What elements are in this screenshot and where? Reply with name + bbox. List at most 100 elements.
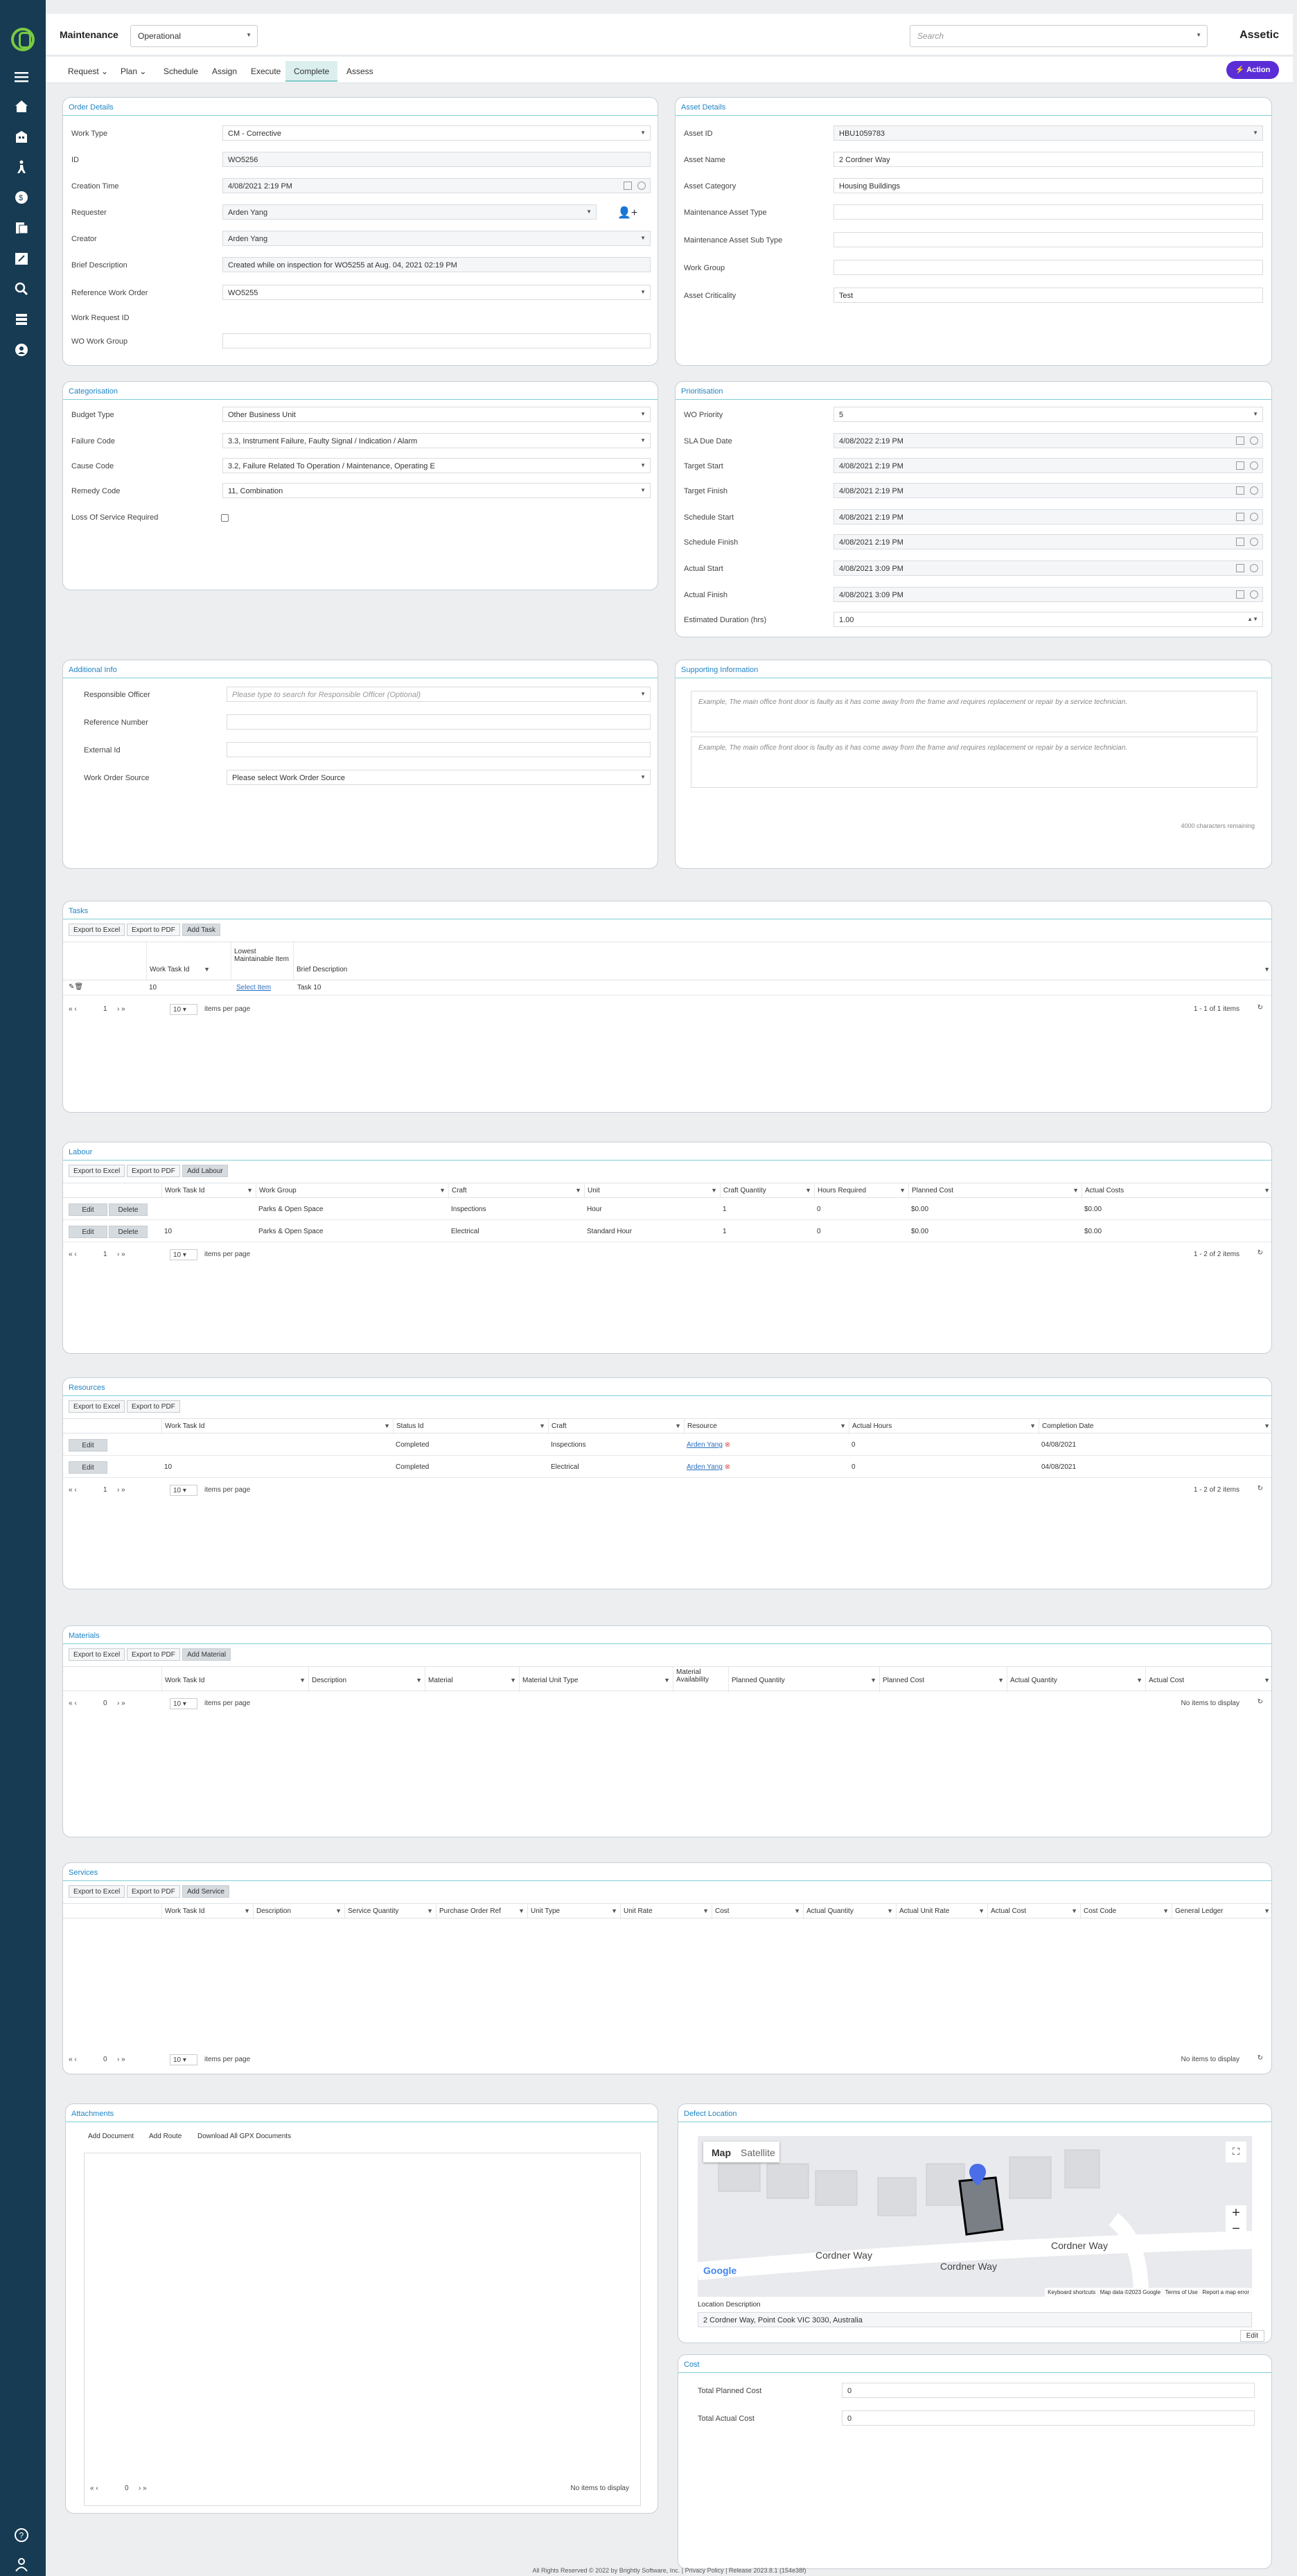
filter-icon[interactable]: ▼ — [244, 1907, 250, 1914]
list-icon[interactable] — [13, 312, 33, 327]
col-craft[interactable]: Craft ▼ — [548, 1419, 684, 1434]
calendar-icon[interactable] — [1236, 538, 1244, 546]
filter-icon[interactable]: ▼ — [703, 1907, 709, 1914]
tab-schedule[interactable]: Schedule — [155, 61, 206, 82]
resource-link[interactable]: Arden Yang — [687, 1463, 723, 1471]
export-pdf-button[interactable]: Export to PDF — [127, 1885, 180, 1898]
clock-icon[interactable] — [1250, 513, 1258, 521]
map-view[interactable]: Map Satellite ⛶ + − Cordner Way Cordner W… — [698, 2136, 1252, 2297]
wo-work-group-field[interactable] — [222, 333, 651, 349]
remedy-code-select[interactable]: 11, Combination ▼ — [222, 483, 651, 498]
col-craft[interactable]: Craft ▼ — [448, 1183, 584, 1199]
edit-button[interactable]: Edit — [69, 1461, 107, 1474]
user-profile-icon[interactable] — [13, 2557, 33, 2572]
work-order-icon[interactable] — [13, 220, 33, 236]
col-general-ledger[interactable]: General Ledger ▼ — [1172, 1904, 1271, 1919]
filter-icon[interactable]: ▼ — [998, 1677, 1004, 1684]
filter-icon[interactable]: ▼ — [510, 1677, 516, 1684]
pager-next-last[interactable]: › » — [117, 1251, 125, 1258]
export-pdf-button[interactable]: Export to PDF — [127, 1648, 180, 1661]
edit-button[interactable]: Edit — [69, 1439, 107, 1452]
estimated-duration-stepper[interactable]: 1.00 ▲▼ — [833, 612, 1263, 627]
export-excel-button[interactable]: Export to Excel — [69, 1165, 125, 1177]
col-unit[interactable]: Unit ▼ — [584, 1183, 720, 1199]
pager-first-prev[interactable]: « ‹ — [69, 1005, 77, 1013]
col-cost[interactable]: Cost ▼ — [712, 1904, 803, 1919]
add-task-button[interactable]: Add Task — [182, 924, 220, 936]
remove-icon[interactable]: ⊗ — [725, 1441, 730, 1449]
cause-code-select[interactable]: 3.2, Failure Related To Operation / Main… — [222, 458, 651, 473]
refresh-icon[interactable]: ↻ — [1258, 1485, 1263, 1492]
col-actual-cost[interactable]: Actual Cost ▼ — [1145, 1667, 1271, 1692]
refresh-icon[interactable]: ↻ — [1258, 2054, 1263, 2062]
pager-next-last[interactable]: › » — [117, 1486, 125, 1494]
reference-number-field[interactable] — [227, 714, 651, 730]
col-status-id[interactable]: Status Id ▼ — [393, 1419, 548, 1434]
add-route-button[interactable]: Add Route — [145, 2131, 186, 2143]
clock-icon[interactable] — [1250, 486, 1258, 495]
filter-icon[interactable]: ▼ — [978, 1907, 985, 1914]
filter-icon[interactable]: ▼ — [840, 1422, 846, 1429]
help-icon[interactable]: ? — [13, 2528, 33, 2543]
table-row[interactable]: Edit Completed Inspections Arden Yang ⊗ … — [63, 1435, 1271, 1456]
brand-logo-icon[interactable] — [11, 28, 35, 51]
keyboard-shortcuts-link[interactable]: Keyboard shortcuts — [1048, 2289, 1095, 2295]
report-error-link[interactable]: Report a map error — [1202, 2289, 1249, 2295]
add-material-button[interactable]: Add Material — [182, 1648, 231, 1661]
filter-icon[interactable]: ▼ — [1030, 1422, 1036, 1429]
filter-icon[interactable]: ▼ — [439, 1187, 445, 1194]
col-work-task-id[interactable]: Work Task Id ▼ — [146, 942, 213, 981]
per-page-select[interactable]: 10 ▾ — [170, 1004, 197, 1015]
pager-first-prev[interactable]: « ‹ — [69, 2056, 77, 2063]
tab-complete[interactable]: Complete — [285, 61, 338, 82]
col-actual-quantity[interactable]: Actual Quantity ▼ — [803, 1904, 896, 1919]
filter-icon[interactable]: ▼ — [1264, 966, 1270, 973]
filter-icon[interactable]: ▼ — [299, 1677, 306, 1684]
wo-priority-select[interactable]: 5 ▼ — [833, 407, 1263, 422]
filter-icon[interactable]: ▼ — [899, 1187, 906, 1194]
clock-icon[interactable] — [1250, 564, 1258, 572]
refresh-icon[interactable]: ↻ — [1258, 1004, 1263, 1012]
download-gpx-button[interactable]: Download All GPX Documents — [193, 2131, 295, 2143]
filter-icon[interactable]: ▼ — [575, 1187, 581, 1194]
per-page-select[interactable]: 10 ▾ — [170, 2054, 197, 2065]
col-work-group[interactable]: Work Group ▼ — [256, 1183, 448, 1199]
filter-icon[interactable]: ▼ — [1073, 1187, 1079, 1194]
table-row[interactable]: ✎🗑 10 Select Item Task 10 — [63, 980, 1271, 996]
filter-icon[interactable]: ▼ — [664, 1677, 670, 1684]
target-start-field[interactable]: 4/08/2021 2:19 PM — [833, 458, 1263, 473]
col-unit-type[interactable]: Unit Type ▼ — [527, 1904, 620, 1919]
schedule-finish-field[interactable]: 4/08/2021 2:19 PM — [833, 534, 1263, 549]
col-completion-date[interactable]: Completion Date ▼ — [1039, 1419, 1271, 1434]
filter-icon[interactable]: ▼ — [711, 1187, 717, 1194]
filter-icon[interactable]: ▼ — [870, 1677, 876, 1684]
work-type-select[interactable]: CM - Corrective ▼ — [222, 125, 651, 141]
menu-icon[interactable] — [13, 69, 33, 85]
actual-finish-field[interactable]: 4/08/2021 3:09 PM — [833, 587, 1263, 602]
stepper-arrows-icon[interactable]: ▲▼ — [1247, 616, 1258, 622]
col-work-task-id[interactable]: Work Task Id ▼ — [161, 1904, 253, 1919]
search-icon[interactable] — [13, 281, 33, 297]
clock-icon[interactable] — [1250, 590, 1258, 599]
col-actual-costs[interactable]: Actual Costs ▼ — [1082, 1183, 1271, 1199]
col-lowest-maintainable-item[interactable]: Lowest Maintainable Item — [231, 942, 293, 981]
pager-next-last[interactable]: › » — [117, 2056, 125, 2063]
filter-icon[interactable]: ▼ — [675, 1422, 681, 1429]
creator-select[interactable]: Arden Yang ▼ — [222, 231, 651, 246]
asset-id-select[interactable]: HBU1059783 ▼ — [833, 125, 1263, 141]
col-actual-hours[interactable]: Actual Hours ▼ — [849, 1419, 1039, 1434]
calendar-icon[interactable] — [1236, 461, 1244, 470]
calendar-icon[interactable] — [1236, 486, 1244, 495]
supporting-info-textarea-1[interactable]: Example, The main office front door is f… — [691, 691, 1258, 732]
filter-icon[interactable]: ▼ — [805, 1187, 811, 1194]
filter-icon[interactable]: ▼ — [335, 1907, 342, 1914]
delete-button[interactable]: Delete — [109, 1226, 148, 1238]
edit-button[interactable]: Edit — [69, 1203, 107, 1216]
filter-icon[interactable]: ▼ — [1071, 1907, 1077, 1914]
refresh-icon[interactable]: ↻ — [1258, 1249, 1263, 1257]
calendar-icon[interactable] — [1236, 564, 1244, 572]
home-icon[interactable] — [13, 98, 33, 114]
pager-first-prev[interactable]: « ‹ — [69, 1700, 77, 1707]
filter-icon[interactable]: ▼ — [1264, 1677, 1270, 1684]
filter-icon[interactable]: ▼ — [1136, 1677, 1142, 1684]
